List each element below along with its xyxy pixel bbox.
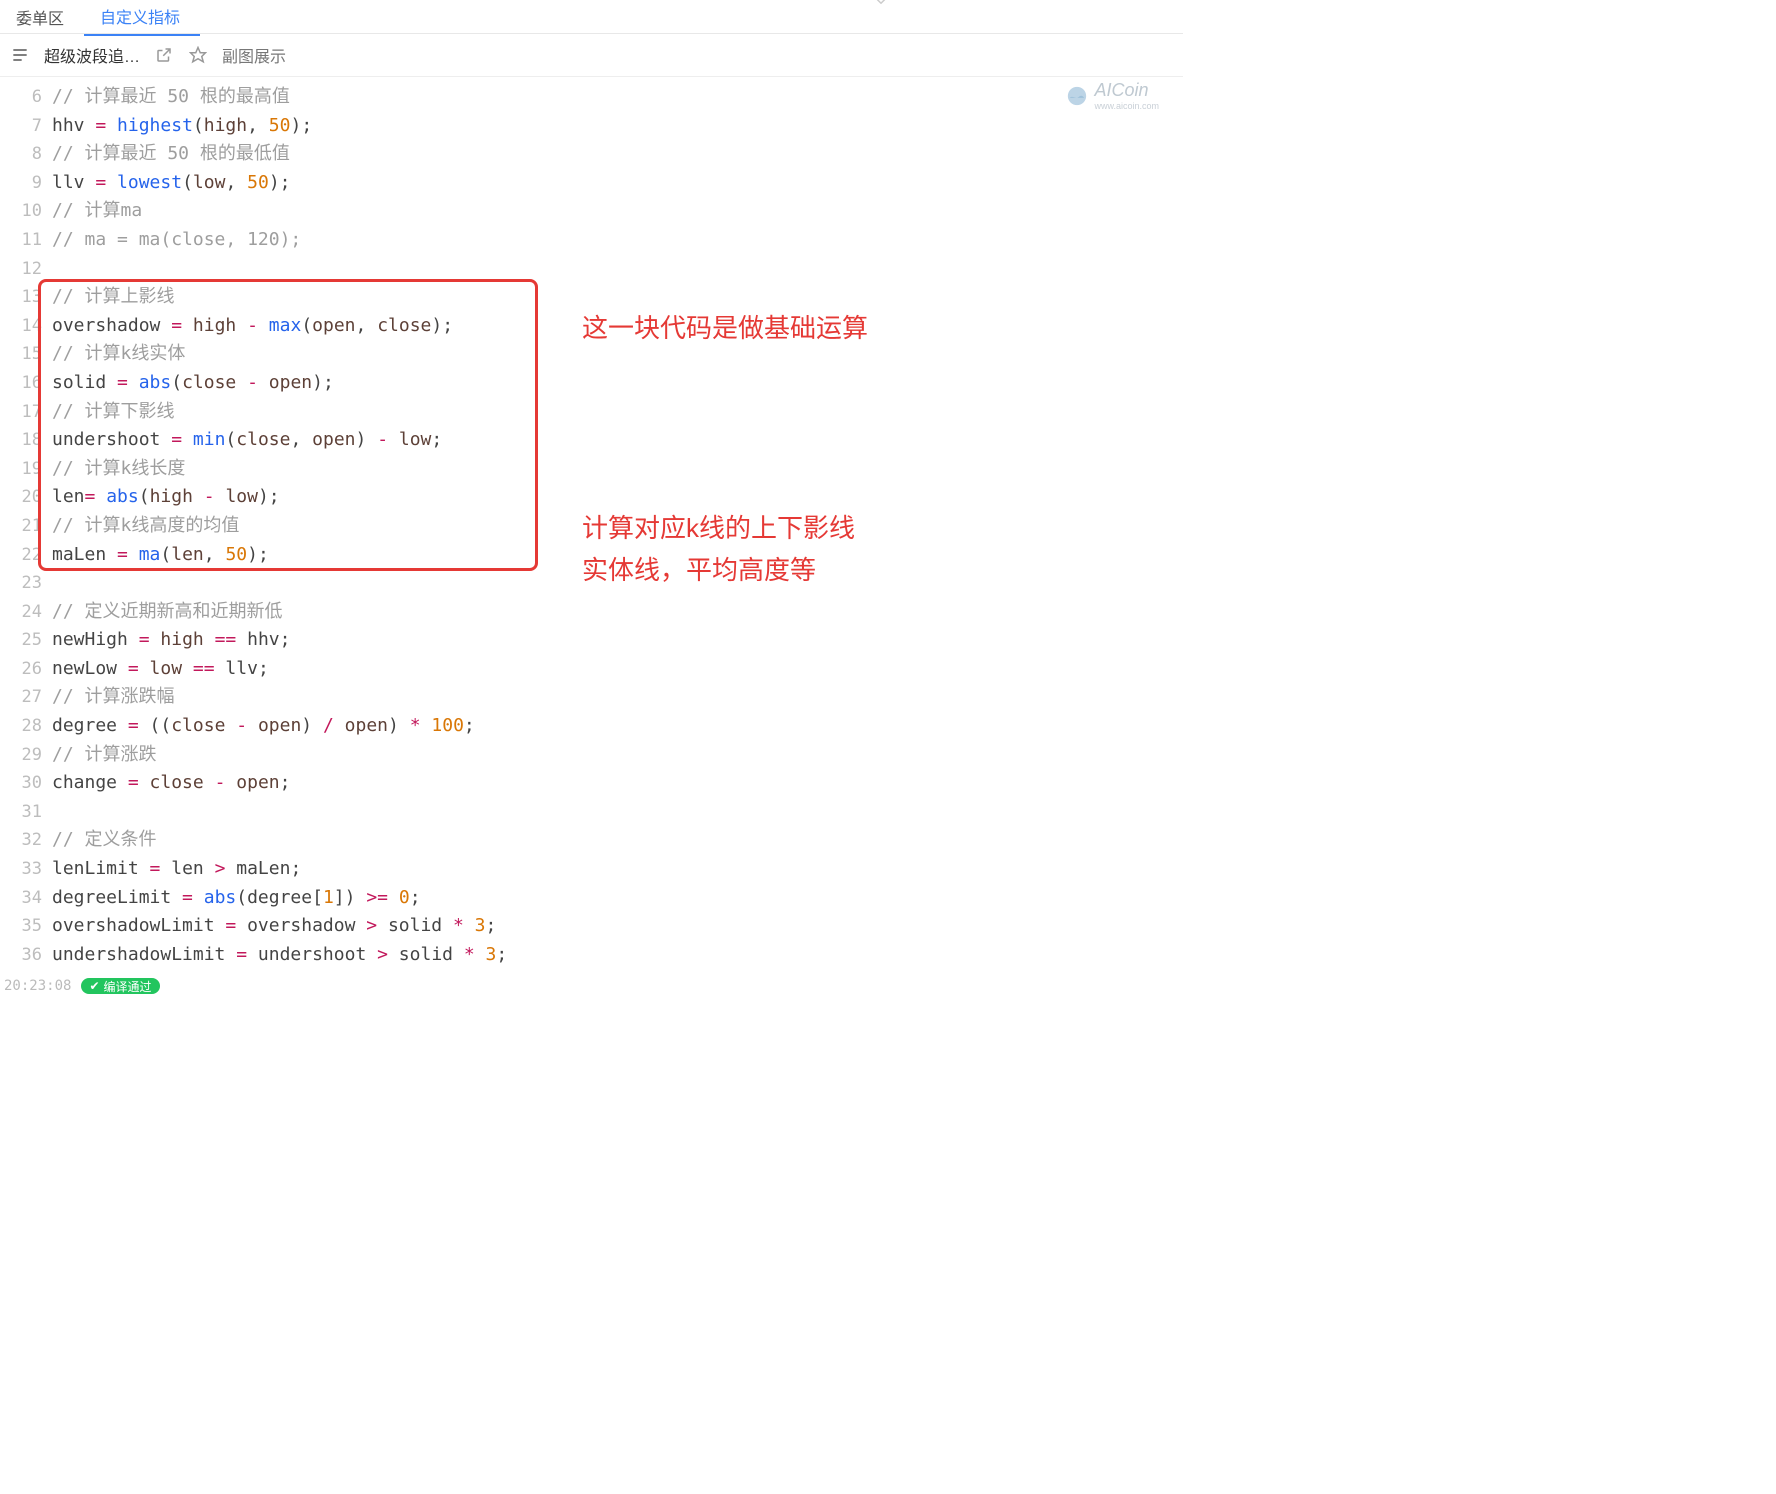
- code-line[interactable]: change = close - open;: [52, 769, 1183, 798]
- code-line[interactable]: hhv = highest(high, 50);: [52, 112, 1183, 141]
- star-icon[interactable]: [188, 45, 208, 65]
- code-line[interactable]: // 计算下影线: [52, 398, 1183, 427]
- code-line[interactable]: // 定义条件: [52, 826, 1183, 855]
- code-line[interactable]: // 计算涨跌: [52, 741, 1183, 770]
- line-number: 20: [0, 483, 42, 512]
- code-line[interactable]: // 计算k线长度: [52, 455, 1183, 484]
- status-time: 20:23:08: [4, 978, 71, 994]
- line-number: 19: [0, 455, 42, 484]
- status-bar: 20:23:08 ✔ 编译通过: [0, 976, 1183, 996]
- code-line[interactable]: [52, 798, 1183, 827]
- code-line[interactable]: solid = abs(close - open);: [52, 369, 1183, 398]
- line-number: 25: [0, 626, 42, 655]
- code-line[interactable]: lenLimit = len > maLen;: [52, 855, 1183, 884]
- globe-icon: [1066, 85, 1088, 107]
- watermark-brand: AICoin: [1094, 80, 1159, 101]
- line-number: 22: [0, 541, 42, 570]
- list-icon[interactable]: [10, 45, 30, 65]
- code-line[interactable]: [52, 255, 1183, 284]
- line-number: 29: [0, 741, 42, 770]
- line-number: 34: [0, 884, 42, 913]
- line-number: 32: [0, 826, 42, 855]
- brand-watermark: AICoin www.aicoin.com: [1066, 80, 1159, 111]
- line-number: 12: [0, 255, 42, 284]
- line-number: 17: [0, 398, 42, 427]
- dropdown-chevron-icon[interactable]: [870, 0, 892, 15]
- tab-0[interactable]: 委单区: [0, 0, 84, 35]
- line-number: 14: [0, 312, 42, 341]
- compile-status-pill: ✔ 编译通过: [81, 978, 159, 994]
- line-number: 11: [0, 226, 42, 255]
- line-number: 28: [0, 712, 42, 741]
- subchart-label[interactable]: 副图展示: [222, 43, 286, 67]
- line-number: 16: [0, 369, 42, 398]
- code-line[interactable]: degreeLimit = abs(degree[1]) >= 0;: [52, 884, 1183, 913]
- line-number: 21: [0, 512, 42, 541]
- code-line[interactable]: undershoot = min(close, open) - low;: [52, 426, 1183, 455]
- compile-status-text: 编译通过: [104, 978, 152, 995]
- line-number: 31: [0, 798, 42, 827]
- line-number: 6: [0, 83, 42, 112]
- line-number: 23: [0, 569, 42, 598]
- code-line[interactable]: // ma = ma(close, 120);: [52, 226, 1183, 255]
- code-line[interactable]: // 计算ma: [52, 197, 1183, 226]
- code-line[interactable]: undershadowLimit = undershoot > solid * …: [52, 941, 1183, 970]
- line-number: 10: [0, 197, 42, 226]
- line-number: 13: [0, 283, 42, 312]
- tab-1[interactable]: 自定义指标: [84, 0, 200, 36]
- script-title: 超级波段追…: [44, 43, 140, 67]
- code-line[interactable]: newHigh = high == hhv;: [52, 626, 1183, 655]
- code-line[interactable]: // 计算最近 50 根的最高值: [52, 83, 1183, 112]
- line-number: 33: [0, 855, 42, 884]
- line-number: 30: [0, 769, 42, 798]
- line-number: 36: [0, 941, 42, 970]
- external-link-icon[interactable]: [154, 45, 174, 65]
- code-line[interactable]: newLow = low == llv;: [52, 655, 1183, 684]
- code-line[interactable]: // 定义近期新高和近期新低: [52, 598, 1183, 627]
- code-line[interactable]: // 计算涨跌幅: [52, 683, 1183, 712]
- line-number: 15: [0, 340, 42, 369]
- line-number: 9: [0, 169, 42, 198]
- line-number: 26: [0, 655, 42, 684]
- code-line[interactable]: // 计算最近 50 根的最低值: [52, 140, 1183, 169]
- code-line[interactable]: llv = lowest(low, 50);: [52, 169, 1183, 198]
- code-line[interactable]: degree = ((close - open) / open) * 100;: [52, 712, 1183, 741]
- line-number: 7: [0, 112, 42, 141]
- annotation-text: 这一块代码是做基础运算: [582, 307, 868, 349]
- line-number: 18: [0, 426, 42, 455]
- line-gutter: 6789101112131415161718192021222324252627…: [0, 77, 52, 975]
- check-icon: ✔: [89, 979, 99, 993]
- line-number: 27: [0, 683, 42, 712]
- line-number: 35: [0, 912, 42, 941]
- line-number: 8: [0, 140, 42, 169]
- watermark-url: www.aicoin.com: [1094, 101, 1159, 111]
- line-number: 24: [0, 598, 42, 627]
- annotation-text: 计算对应k线的上下影线 实体线，平均高度等: [582, 507, 855, 591]
- tab-bar: 委单区自定义指标: [0, 0, 1183, 34]
- editor-toolbar: 超级波段追… 副图展示: [0, 34, 1183, 76]
- code-line[interactable]: overshadowLimit = overshadow > solid * 3…: [52, 912, 1183, 941]
